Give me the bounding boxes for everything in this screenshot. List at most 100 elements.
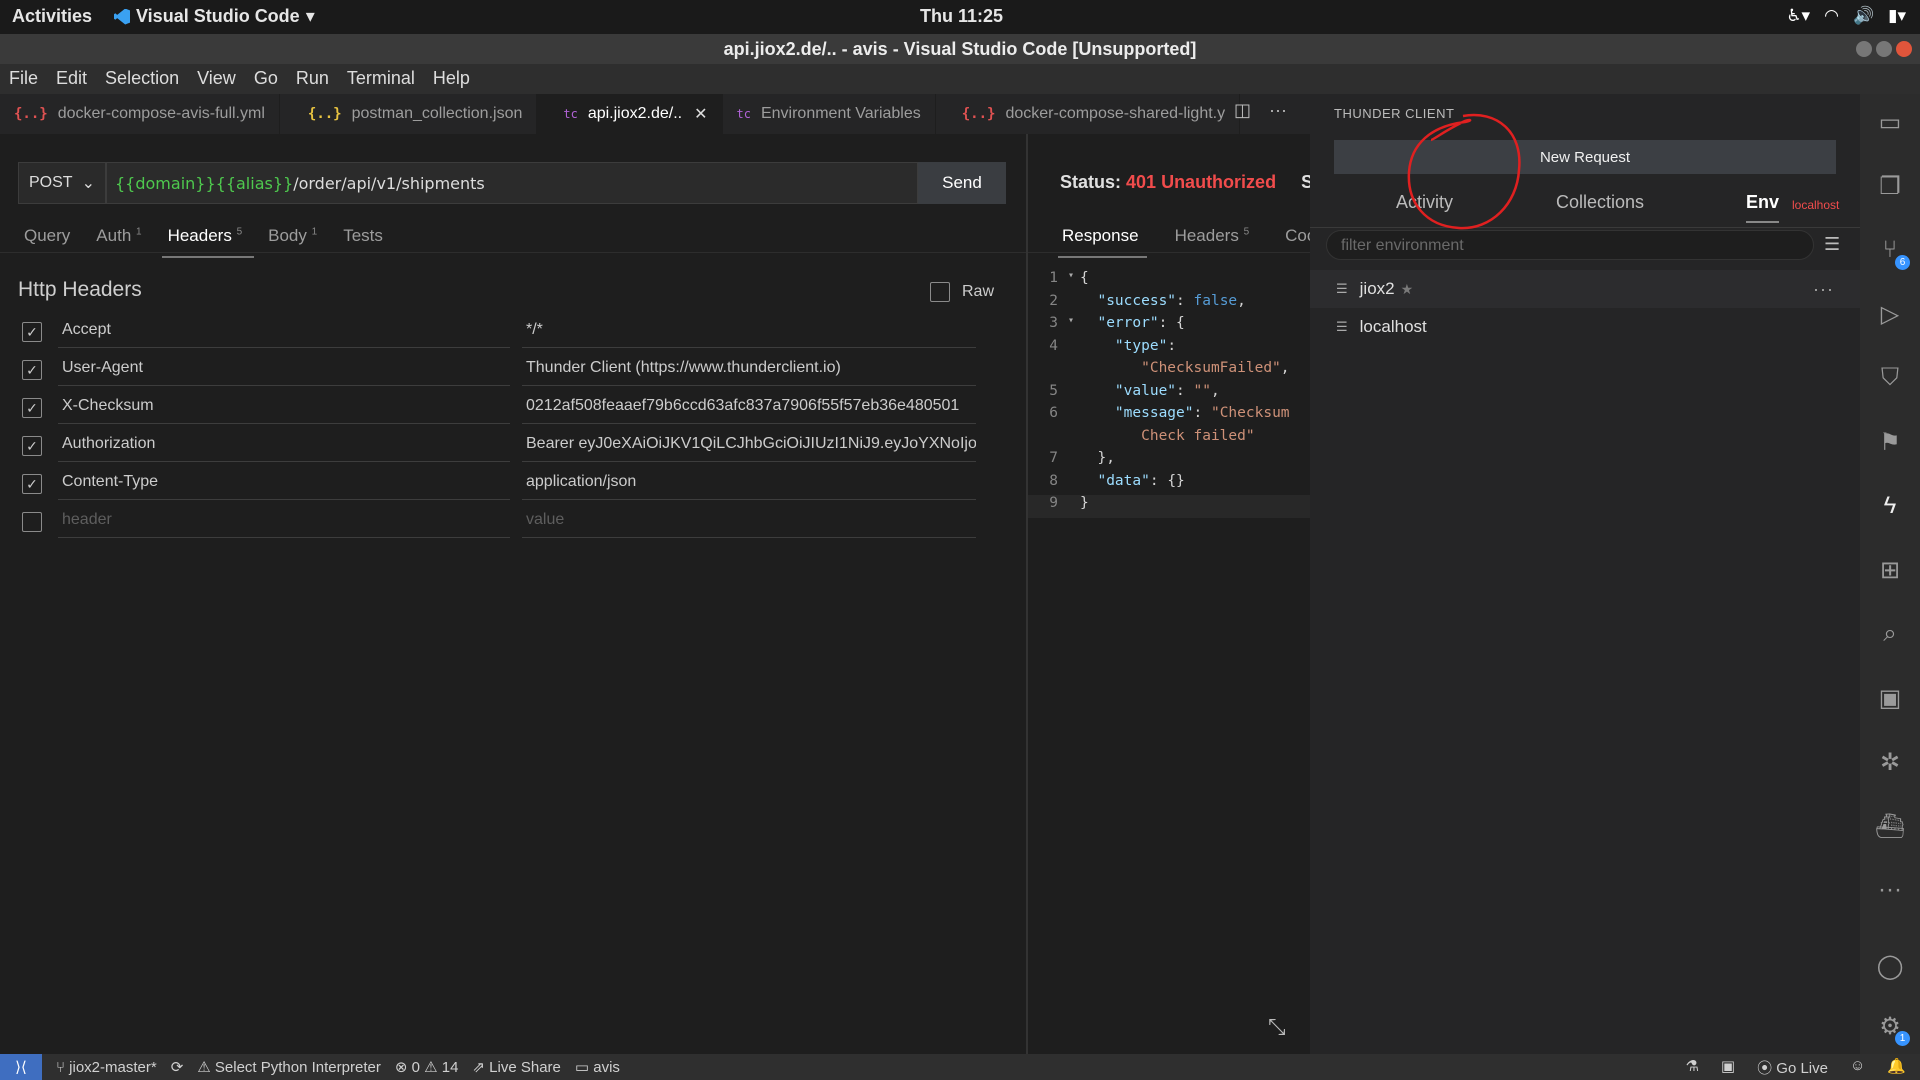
tab-env[interactable]: Env: [1746, 192, 1780, 223]
source-control-icon[interactable]: ⑂ 6: [1874, 234, 1910, 270]
header-key-input[interactable]: Content-Type: [58, 468, 510, 500]
close-window-button[interactable]: [1896, 41, 1912, 57]
tab-label: docker-compose-avis-full.yml: [57, 105, 265, 122]
new-request-button[interactable]: New Request: [1334, 140, 1836, 174]
menu-selection[interactable]: Selection: [96, 64, 188, 94]
method-value: POST: [29, 174, 73, 191]
flask-icon[interactable]: ⚗: [1685, 1057, 1698, 1078]
expand-icon[interactable]: ⤡: [1268, 1014, 1286, 1040]
header-value-input[interactable]: Bearer eyJ0eXAiOiJKV1QiLCJhbGciOiJIUzI1N…: [522, 430, 976, 462]
fold-icon[interactable]: ▾: [1068, 315, 1080, 338]
tab-docker-compose-avis-full[interactable]: {..} docker-compose-avis-full.yml: [0, 94, 280, 134]
header-value-input[interactable]: */*: [522, 316, 976, 348]
header-enabled-checkbox[interactable]: ✓: [22, 474, 42, 494]
live-share[interactable]: ⇗ Live Share: [472, 1058, 560, 1076]
tab-docker-compose-shared-light[interactable]: {..} docker-compose-shared-light.y: [936, 94, 1241, 134]
thunder-client-icon[interactable]: ϟ: [1874, 490, 1906, 522]
tab-query-label: Query: [24, 226, 71, 245]
status-value: 401 Unauthorized: [1126, 172, 1277, 192]
url-domain-variable: {{domain}}: [115, 173, 216, 193]
app-menu[interactable]: Visual Studio Code ▾: [114, 6, 315, 27]
search-icon[interactable]: ⌕: [1874, 618, 1906, 650]
git-branch[interactable]: ⑂ jiox2-master*: [56, 1059, 157, 1076]
menu-go[interactable]: Go: [245, 64, 287, 94]
bookmark-icon[interactable]: ⚑: [1874, 426, 1906, 458]
new-header-value-input[interactable]: value: [522, 506, 976, 538]
menu-terminal[interactable]: Terminal: [338, 64, 424, 94]
workspace-folder[interactable]: ▭ avis: [575, 1058, 620, 1076]
header-enabled-checkbox[interactable]: ✓: [22, 436, 42, 456]
code-line: 1 ▾{: [1028, 270, 1310, 293]
environment-item[interactable]: ☰ localhost: [1310, 308, 1860, 346]
kubernetes-icon[interactable]: ✲: [1874, 746, 1906, 778]
wifi-icon[interactable]: ◠: [1824, 6, 1839, 26]
menu-run[interactable]: Run: [287, 64, 338, 94]
header-enabled-checkbox[interactable]: ✓: [22, 322, 42, 342]
maximize-button[interactable]: [1876, 41, 1892, 57]
feedback-icon[interactable]: ☺: [1850, 1057, 1865, 1078]
sync-icon[interactable]: ⟳: [171, 1058, 184, 1076]
tab-collections[interactable]: Collections: [1556, 192, 1644, 213]
notifications-bell-icon[interactable]: 🔔: [1887, 1057, 1906, 1078]
tab-activity[interactable]: Activity: [1396, 192, 1453, 213]
battery-icon[interactable]: ▮▾: [1888, 6, 1906, 26]
header-key-input[interactable]: Authorization: [58, 430, 510, 462]
method-select[interactable]: POST ⌄: [18, 162, 106, 204]
header-enabled-checkbox[interactable]: ✓: [22, 398, 42, 418]
terminal-icon[interactable]: ▣: [1721, 1057, 1735, 1078]
minimize-button[interactable]: [1856, 41, 1872, 57]
code-line: Check failed": [1028, 428, 1310, 451]
menu-edit[interactable]: Edit: [47, 64, 96, 94]
volume-icon[interactable]: 🔊: [1853, 6, 1874, 26]
response-body-editor[interactable]: 1 ▾{ 2 "success": false, 3 ▾ "error": { 4 …: [1028, 270, 1310, 518]
header-key-input[interactable]: X-Checksum: [58, 392, 510, 424]
go-live[interactable]: ⦿ Go Live: [1757, 1057, 1828, 1078]
tab-api-request[interactable]: tc api.jiox2.de/.. ✕: [537, 94, 723, 134]
menu-help[interactable]: Help: [424, 64, 479, 94]
new-header-key-input[interactable]: header: [58, 506, 510, 538]
activities-button[interactable]: Activities: [12, 6, 92, 27]
raw-checkbox[interactable]: [930, 282, 950, 302]
header-enabled-checkbox[interactable]: [22, 512, 42, 532]
header-value-input[interactable]: application/json: [522, 468, 976, 500]
line-number: 5: [1049, 382, 1058, 399]
raw-toggle[interactable]: Raw: [930, 282, 994, 302]
settings-gear-icon[interactable]: ⚙ 1: [1874, 1010, 1910, 1046]
remote-monitor-icon[interactable]: ▣: [1874, 682, 1906, 714]
more-actions-icon[interactable]: ···: [1269, 100, 1287, 121]
explorer-icon[interactable]: ❐: [1874, 170, 1906, 202]
close-icon[interactable]: ✕: [694, 104, 707, 124]
header-enabled-checkbox[interactable]: ✓: [22, 360, 42, 380]
remote-indicator-icon[interactable]: ⟩⟨: [0, 1054, 42, 1080]
system-tray[interactable]: ♿▾ ◠ 🔊 ▮▾: [1786, 6, 1906, 26]
account-icon[interactable]: ◯: [1874, 950, 1906, 982]
header-key-input[interactable]: User-Agent: [58, 354, 510, 386]
extensions-icon[interactable]: ⊞: [1874, 554, 1906, 586]
folder-icon[interactable]: ▭: [1874, 106, 1906, 138]
remote-explorer-icon[interactable]: ⛉: [1874, 362, 1906, 394]
header-key-input[interactable]: Accept: [58, 316, 510, 348]
fold-icon[interactable]: ▾: [1068, 270, 1080, 293]
accessibility-icon[interactable]: ♿▾: [1786, 6, 1810, 26]
menu-icon[interactable]: ☰: [1824, 234, 1840, 255]
tab-environment-variables[interactable]: tc Environment Variables: [723, 94, 936, 134]
more-options-icon[interactable]: ···: [1813, 279, 1834, 300]
python-interpreter[interactable]: ⚠ Select Python Interpreter: [197, 1058, 381, 1076]
raw-label: Raw: [962, 283, 995, 300]
tab-postman-collection[interactable]: {..} postman_collection.json: [280, 94, 538, 134]
split-editor-icon[interactable]: ◫: [1234, 100, 1251, 121]
run-debug-icon[interactable]: ▷: [1874, 298, 1906, 330]
menu-view[interactable]: View: [188, 64, 245, 94]
url-input[interactable]: {{domain}} {{alias}}/order/api/v1/shipmen…: [106, 162, 918, 204]
environment-item[interactable]: ☰ jiox2 ★ ···: [1310, 270, 1860, 308]
tab-headers-label: Headers: [167, 226, 232, 245]
more-icon[interactable]: ···: [1874, 874, 1906, 906]
problems-indicator[interactable]: ⊗ 0 ⚠ 14: [395, 1058, 459, 1076]
docker-icon[interactable]: ⛴: [1874, 810, 1906, 842]
filter-environment-input[interactable]: filter environment: [1326, 230, 1814, 260]
header-value-input[interactable]: 0212af508feaaef79b6ccd63afc837a7906f55f5…: [522, 392, 976, 424]
header-value-input[interactable]: Thunder Client (https://www.thunderclien…: [522, 354, 976, 386]
clock[interactable]: Thu 11:25: [920, 6, 1003, 27]
send-button[interactable]: Send: [918, 162, 1006, 204]
menu-file[interactable]: File: [0, 64, 47, 94]
